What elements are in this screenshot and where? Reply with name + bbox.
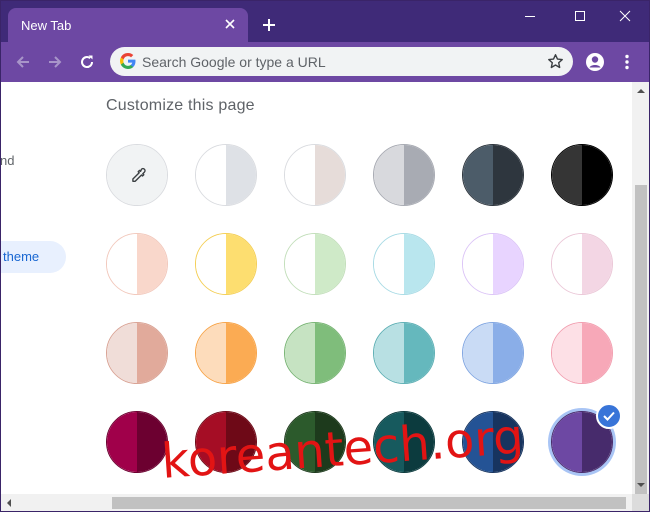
swatch-left-half [196,323,226,383]
theme-swatch-mint[interactable] [284,233,346,295]
swatch-right-half [226,145,256,205]
search-input[interactable] [142,47,522,76]
swatch-left-half [107,412,137,472]
swatch-left-half [196,145,226,205]
toolbar [0,42,650,82]
theme-swatch-cool-grey[interactable] [373,144,435,206]
theme-swatch-black[interactable] [551,144,613,206]
swatch-left-half [196,234,226,294]
vertical-scroll-thumb[interactable] [635,185,647,503]
theme-swatch-green[interactable] [284,322,346,384]
swatch-right-half [404,234,434,294]
theme-swatch-custom-color[interactable] [106,144,168,206]
close-icon[interactable] [220,14,240,34]
swatch-left-half [285,323,315,383]
bookmark-star-icon[interactable] [546,52,565,71]
scroll-left-arrow-icon[interactable] [4,498,14,508]
tab-title: New Tab [21,18,72,33]
swatch-right-half [493,234,523,294]
account-icon[interactable] [583,50,607,74]
swatch-right-half [226,234,256,294]
theme-swatch-blue[interactable] [462,322,524,384]
vertical-scrollbar[interactable] [632,82,650,503]
swatch-left-half [285,234,315,294]
swatch-left-half [552,412,582,472]
theme-swatch-pink[interactable] [551,233,613,295]
swatch-left-half [552,234,582,294]
omnibox[interactable] [110,47,573,76]
swatch-right-half [493,145,523,205]
eyedropper-icon [132,167,146,182]
sidebar-item-partial[interactable]: nd [0,153,14,168]
new-tab-button[interactable] [258,14,280,36]
sidebar-item-color-and-theme[interactable]: theme [0,241,66,273]
swatch-left-half [552,145,582,205]
swatch-right-half [315,323,345,383]
scroll-down-arrow-icon[interactable] [636,480,646,490]
swatch-left-half [463,234,493,294]
swatch-right-half [582,234,612,294]
theme-swatch-yellow[interactable] [195,233,257,295]
theme-swatch-slate[interactable] [462,144,524,206]
swatch-left-half [463,145,493,205]
close-window-button[interactable] [600,0,650,32]
swatch-right-half [404,323,434,383]
swatch-right-half [582,323,612,383]
scrollbar-corner [632,494,650,512]
back-button[interactable] [11,50,35,74]
maximize-button[interactable] [555,0,605,32]
theme-swatch-rose-beige[interactable] [106,322,168,384]
theme-swatch-wine[interactable] [106,411,168,473]
tab-new-tab[interactable]: New Tab [8,8,248,42]
swatch-left-half [285,145,315,205]
swatch-right-half [137,234,167,294]
selected-check-icon [596,403,622,429]
theme-swatch-aqua[interactable] [373,233,435,295]
swatch-right-half [315,234,345,294]
google-logo-icon [120,53,136,69]
swatch-left-half [374,234,404,294]
swatch-left-half [107,234,137,294]
theme-swatch-warm-grey[interactable] [284,144,346,206]
theme-swatch-orange[interactable] [195,322,257,384]
sidebar-item-label: theme [3,249,40,264]
horizontal-scroll-thumb[interactable] [112,497,626,509]
horizontal-scrollbar[interactable] [0,494,632,512]
title-bar: New Tab [0,0,650,42]
theme-swatch-peach[interactable] [106,233,168,295]
swatch-right-half [315,145,345,205]
theme-swatch-default-white[interactable] [195,144,257,206]
swatch-right-half [226,323,256,383]
forward-button[interactable] [43,50,67,74]
swatch-left-half [552,323,582,383]
swatch-left-half [374,145,404,205]
page-title: Customize this page [106,97,255,114]
swatch-right-half [582,145,612,205]
theme-swatch-light-pink[interactable] [551,322,613,384]
swatch-left-half [107,323,137,383]
theme-swatch-lavender[interactable] [462,233,524,295]
swatch-right-half [404,145,434,205]
swatch-right-half [493,323,523,383]
swatch-left-half [374,323,404,383]
theme-swatch-teal[interactable] [373,322,435,384]
swatch-left-half [463,323,493,383]
reload-button[interactable] [75,50,99,74]
swatch-right-half [137,323,167,383]
scroll-up-arrow-icon[interactable] [636,86,646,96]
minimize-button[interactable] [505,0,555,32]
menu-kebab-icon[interactable] [615,50,639,74]
